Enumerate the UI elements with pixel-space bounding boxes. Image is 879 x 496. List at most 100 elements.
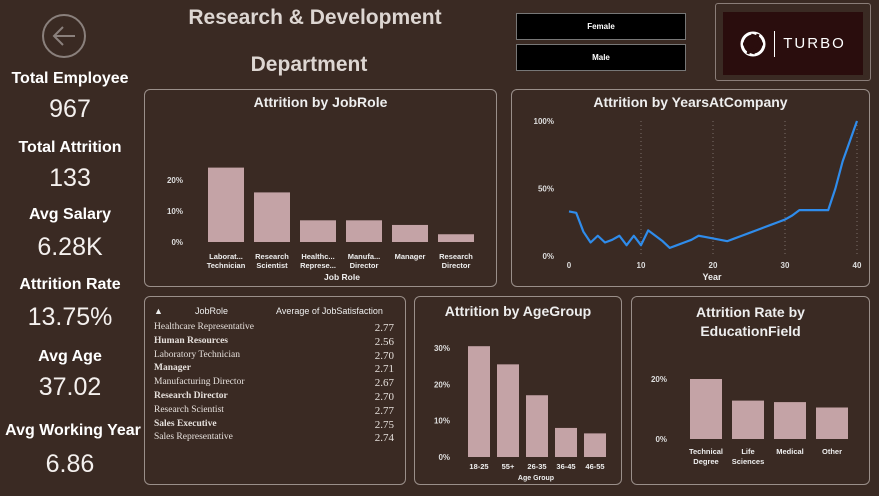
arrow-left-icon — [52, 26, 75, 46]
x-tick-label: Manager — [395, 252, 426, 261]
logo-divider — [774, 30, 776, 57]
x-tick-label: Life — [741, 447, 754, 456]
chart-education: 0% 20% TechnicalDegree LifeSciences Medical O… — [651, 375, 848, 466]
x-tick-label: Technical — [689, 447, 723, 456]
x-tick-label: Laborat... — [209, 252, 243, 261]
x-tick-label: 26-35 — [527, 462, 546, 471]
chart-jobrole-card: Attrition by JobRole 0% 10% 20% Laborat... T… — [144, 89, 497, 287]
bar — [468, 346, 490, 457]
table-cell-jobsatisfaction: 2.56 — [374, 335, 394, 348]
x-tick-label: Research — [255, 252, 289, 261]
bar — [584, 433, 606, 457]
kpi-value-avg-age: 37.02 — [38, 373, 102, 401]
logo: TURBO — [715, 3, 871, 81]
slicer-male[interactable]: Male — [516, 44, 686, 71]
bar — [254, 192, 290, 242]
y-tick-label: 10% — [434, 417, 450, 426]
y-tick-label: 20% — [434, 380, 450, 389]
chart-agegroup: 0% 10% 20% 30% 18-25 55+ 26-35 36-45 46-55 Age Gr… — [434, 344, 606, 482]
chart-education-card: Attrition Rate by EducationField 0% 20% Te… — [631, 296, 870, 485]
x-tick-label: 0 — [567, 261, 572, 270]
slicer-female[interactable]: Female — [516, 13, 686, 40]
y-tick-label: 10% — [167, 207, 183, 216]
page-subtitle: Department — [250, 53, 368, 76]
x-axis-title: Job Role — [324, 272, 360, 282]
kpi-value-attrition-rate: 13.75% — [27, 303, 113, 331]
turbo-logo-icon — [740, 31, 766, 56]
table-row[interactable]: Human Resources 2.56 — [154, 336, 394, 350]
kpi-label-avg-working-year: Avg Working Year — [5, 422, 141, 439]
kpi-label-attrition-rate: Attrition Rate — [19, 276, 121, 293]
sort-arrow-icon[interactable]: ▲ — [154, 306, 163, 316]
table-cell-jobsatisfaction: 2.67 — [374, 377, 394, 390]
table-cell-jobrole: Manager — [154, 363, 191, 374]
table-cell-jobrole: Laboratory Technician — [154, 349, 240, 360]
table-row[interactable]: Sales Representative 2.74 — [154, 432, 394, 446]
x-tick-label: 46-55 — [585, 462, 604, 471]
table-cell-jobrole: Sales Representative — [154, 432, 233, 443]
kpi-value-avg-salary: 6.28K — [37, 233, 103, 261]
bar — [732, 400, 764, 439]
chart-agegroup-card: Attrition by AgeGroup 0% 10% 20% 30% 18-25 55… — [414, 296, 622, 485]
x-tick-label: Research — [439, 252, 473, 261]
jobsatisfaction-table: ▲ JobRole Average of JobSatisfaction Hea… — [144, 296, 406, 485]
page-title: Research & Development — [188, 6, 442, 29]
table-cell-jobsatisfaction: 2.77 — [374, 404, 394, 417]
kpi-label-total-attrition: Total Attrition — [18, 139, 122, 156]
x-tick-label: 30 — [781, 261, 790, 270]
bar — [497, 364, 519, 457]
table-cell-jobsatisfaction: 2.70 — [374, 349, 394, 362]
y-tick-label: 20% — [651, 375, 667, 384]
table-cell-jobsatisfaction: 2.74 — [374, 432, 394, 445]
table-cell-jobrole: Research Director — [154, 391, 228, 401]
y-tick-label: 0% — [438, 453, 450, 462]
table-row[interactable]: Laboratory Technician 2.70 — [154, 350, 394, 364]
table-row[interactable]: Research Scientist 2.77 — [154, 405, 394, 419]
chart-years: 0% 50% 100% 0 10 20 30 40 Year — [534, 117, 862, 282]
x-tick-label: Director — [350, 261, 379, 270]
bar — [208, 167, 244, 242]
y-tick-label: 0% — [171, 238, 183, 247]
table-header-jobsatisfaction[interactable]: Average of JobSatisfaction — [276, 306, 383, 316]
x-tick-label: Medical — [776, 447, 804, 456]
x-tick-label: Degree — [693, 457, 718, 466]
back-button[interactable] — [42, 14, 86, 58]
x-tick-label: Director — [442, 261, 471, 270]
bar — [774, 402, 806, 439]
x-tick-label: 20 — [709, 261, 718, 270]
x-tick-label: Technician — [207, 261, 246, 270]
x-tick-label: 36-45 — [556, 462, 575, 471]
bar — [690, 379, 722, 439]
table-cell-jobrole: Manufacturing Director — [154, 377, 245, 388]
x-tick-label: Scientist — [256, 261, 288, 270]
x-tick-label: Sciences — [732, 457, 765, 466]
table-row[interactable]: Manager 2.71 — [154, 363, 394, 377]
table-row[interactable]: Research Director 2.70 — [154, 391, 394, 405]
x-tick-label: Other — [822, 447, 842, 456]
kpi-value-total-attrition: 133 — [49, 164, 91, 192]
chart-jobrole: 0%10%20%Laborat...TechnicianResearchScie… — [167, 167, 474, 282]
table-header-jobrole[interactable]: JobRole — [195, 306, 228, 316]
table-row[interactable]: Manufacturing Director 2.67 — [154, 377, 394, 391]
x-tick-label: 40 — [853, 261, 862, 270]
kpi-label-avg-salary: Avg Salary — [28, 206, 112, 223]
x-tick-label: 10 — [637, 261, 646, 270]
x-tick-label: Healthc... — [301, 252, 334, 261]
y-tick-label: 0% — [542, 252, 554, 261]
table-cell-jobrole: Human Resources — [154, 335, 228, 346]
x-tick-label: 18-25 — [469, 462, 488, 471]
table-cell-jobrole: Sales Executive — [154, 418, 217, 429]
x-tick-label: Manufa... — [348, 252, 381, 261]
x-axis-title: Age Group — [518, 475, 554, 482]
kpi-value-avg-working-year: 6.86 — [45, 450, 95, 478]
y-tick-label: 50% — [538, 185, 554, 194]
table-row[interactable]: Healthcare Representative 2.77 — [154, 322, 394, 336]
series-line — [568, 120, 859, 249]
y-tick-label: 0% — [655, 435, 667, 444]
y-tick-label: 100% — [534, 117, 554, 126]
chart-years-card: Attrition by YearsAtCompany 0% 50% 100% 0 10… — [511, 89, 870, 287]
bar — [346, 220, 382, 242]
bar — [392, 224, 428, 242]
table-cell-jobsatisfaction: 2.75 — [374, 418, 394, 431]
table-row[interactable]: Sales Executive 2.75 — [154, 419, 394, 433]
